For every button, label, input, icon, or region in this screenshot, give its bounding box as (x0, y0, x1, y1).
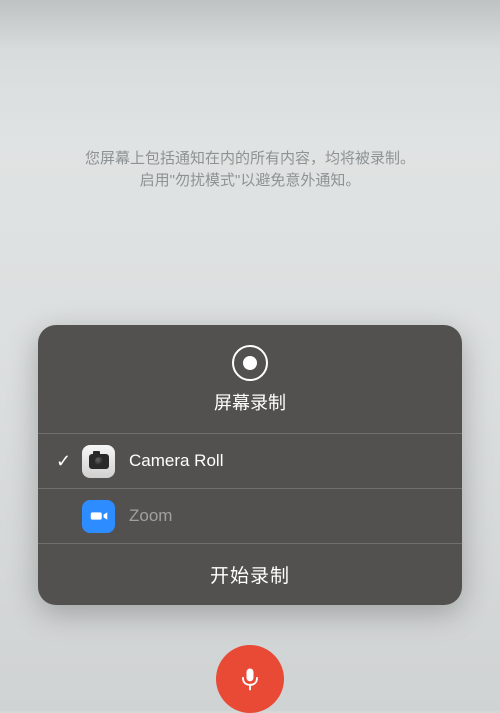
option-label: Zoom (129, 506, 172, 526)
start-label: 开始录制 (210, 561, 290, 588)
zoom-icon (82, 500, 115, 533)
photos-icon (82, 445, 115, 478)
top-blur (0, 0, 500, 50)
sheet-header: 屏幕录制 (38, 325, 462, 433)
option-camera-roll[interactable]: ✓ Camera Roll (38, 433, 462, 488)
check-icon: ✓ (56, 451, 82, 472)
warning-line-2: 启用"勿扰模式"以避免意外通知。 (30, 170, 470, 192)
option-zoom[interactable]: Zoom (38, 488, 462, 543)
microphone-button[interactable] (216, 645, 284, 713)
screen-recording-sheet: 屏幕录制 ✓ Camera Roll Zoom 开始录制 (38, 325, 462, 605)
warning-line-1: 您屏幕上包括通知在内的所有内容，均将被录制。 (30, 148, 470, 170)
recording-warning: 您屏幕上包括通知在内的所有内容，均将被录制。 启用"勿扰模式"以避免意外通知。 (0, 148, 500, 192)
sheet-title: 屏幕录制 (214, 389, 286, 415)
start-recording-button[interactable]: 开始录制 (38, 543, 462, 605)
microphone-icon (236, 665, 264, 693)
option-label: Camera Roll (129, 451, 223, 471)
record-icon (232, 345, 268, 381)
